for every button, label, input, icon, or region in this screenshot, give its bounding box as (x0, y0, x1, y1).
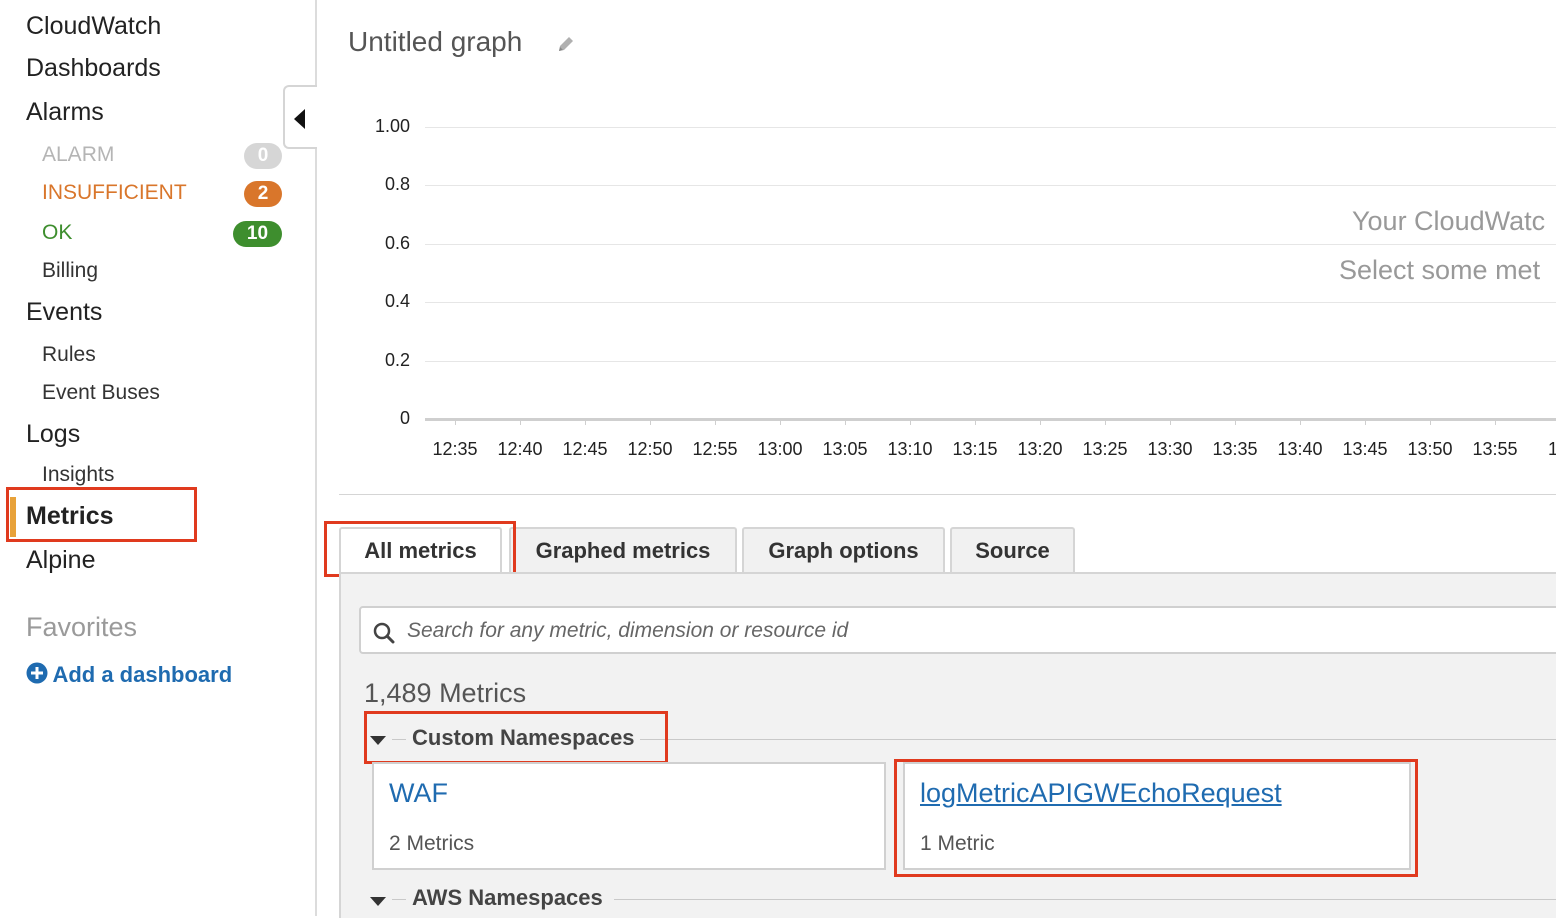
x-tick-label: 13:55 (1472, 439, 1518, 459)
x-tick-label: 12:50 (627, 439, 673, 459)
divider (339, 494, 1556, 495)
x-tick-label: 13:40 (1277, 439, 1323, 459)
highlight-box-logmetric (894, 759, 1418, 877)
tab-graph-options[interactable]: Graph options (742, 527, 945, 573)
y-tick-label: 0.2 (384, 349, 410, 370)
favorites-heading: Favorites (26, 612, 138, 642)
nav-alarm-state-ok[interactable]: OK (42, 221, 72, 245)
search-placeholder: Search for any metric, dimension or reso… (407, 619, 849, 642)
x-tick-label: 12:40 (497, 439, 543, 459)
nav-insights[interactable]: Insights (42, 463, 114, 487)
graph-title[interactable]: Untitled graph (348, 26, 522, 58)
alarm-count-badge: 0 (244, 143, 282, 169)
plus-circle-icon (26, 662, 48, 684)
x-tick-label: 12:55 (692, 439, 738, 459)
gridline (425, 302, 1556, 304)
pencil-icon[interactable] (556, 34, 576, 54)
caret-down-icon[interactable] (370, 895, 386, 907)
nav-cloudwatch[interactable]: CloudWatch (26, 12, 161, 41)
x-tick-label: 13:20 (1017, 439, 1063, 459)
ok-count-badge: 10 (233, 221, 282, 247)
x-tick-label: 12:45 (562, 439, 608, 459)
y-tick-label: 0.4 (384, 291, 410, 312)
metric-search-input[interactable]: Search for any metric, dimension or reso… (359, 606, 1556, 654)
x-tick-label: 13:30 (1147, 439, 1193, 459)
y-tick-label: 0.6 (384, 232, 410, 253)
namespace-name-link[interactable]: WAF (389, 778, 448, 809)
tab-source[interactable]: Source (950, 527, 1075, 573)
nav-billing[interactable]: Billing (42, 259, 98, 283)
x-tick-label: 13:35 (1212, 439, 1258, 459)
caret-left-icon (294, 109, 305, 129)
metrics-count: 1,489 Metrics (364, 678, 527, 708)
namespace-card-waf[interactable]: WAF 2 Metrics (372, 762, 886, 870)
nav-event-buses[interactable]: Event Buses (42, 381, 160, 405)
x-axis-line (425, 418, 1556, 421)
x-tick-label: 13:50 (1407, 439, 1453, 459)
tab-graphed-metrics[interactable]: Graphed metrics (509, 527, 737, 573)
y-tick-label: 1.00 (374, 116, 410, 136)
highlight-box-all-metrics (324, 521, 516, 577)
x-tick-label: 14 (1548, 439, 1556, 459)
namespace-metric-count: 2 Metrics (389, 832, 475, 855)
gridline (425, 360, 1556, 362)
x-tick-label: 13:00 (757, 439, 803, 459)
sidebar: CloudWatch Dashboards Alarms ALARM 0 INS… (0, 0, 317, 916)
section-divider-short (392, 899, 406, 900)
x-tick-label: 13:15 (952, 439, 998, 459)
nav-alarm-state-alarm[interactable]: ALARM (42, 143, 114, 167)
y-tick-label: 0 (399, 408, 410, 428)
nav-alarms[interactable]: Alarms (26, 98, 104, 127)
nav-alarm-state-insufficient[interactable]: INSUFFICIENT (42, 181, 187, 205)
highlight-box-custom-namespaces (364, 711, 668, 764)
gridline (425, 243, 1556, 245)
add-dashboard-label: Add a dashboard (52, 662, 233, 687)
nav-logs[interactable]: Logs (26, 420, 80, 449)
insufficient-count-badge: 2 (244, 181, 282, 207)
y-tick-label: 0.8 (384, 174, 410, 195)
nav-dashboards[interactable]: Dashboards (26, 54, 161, 83)
x-tick-label: 13:25 (1082, 439, 1128, 459)
aws-namespaces-heading[interactable]: AWS Namespaces (412, 885, 603, 911)
gridline (425, 127, 1556, 128)
x-tick-label: 13:10 (887, 439, 933, 459)
section-divider (614, 899, 1556, 900)
nav-events[interactable]: Events (26, 298, 102, 327)
section-divider (640, 739, 1556, 740)
x-tick-label: 13:45 (1342, 439, 1388, 459)
nav-alpine[interactable]: Alpine (26, 546, 96, 575)
collapse-sidebar-button[interactable] (283, 85, 317, 149)
x-tick-label: 12:35 (432, 439, 478, 459)
add-dashboard-link[interactable]: Add a dashboard (26, 662, 232, 688)
highlight-box-metrics (6, 487, 197, 542)
search-icon (373, 622, 395, 644)
nav-rules[interactable]: Rules (42, 343, 96, 367)
gridline (425, 185, 1556, 187)
empty-graph-message-line2: Select some met (1339, 255, 1541, 285)
x-tick-label: 13:05 (822, 439, 868, 459)
empty-graph-message-line1: Your CloudWatc (1352, 206, 1546, 236)
